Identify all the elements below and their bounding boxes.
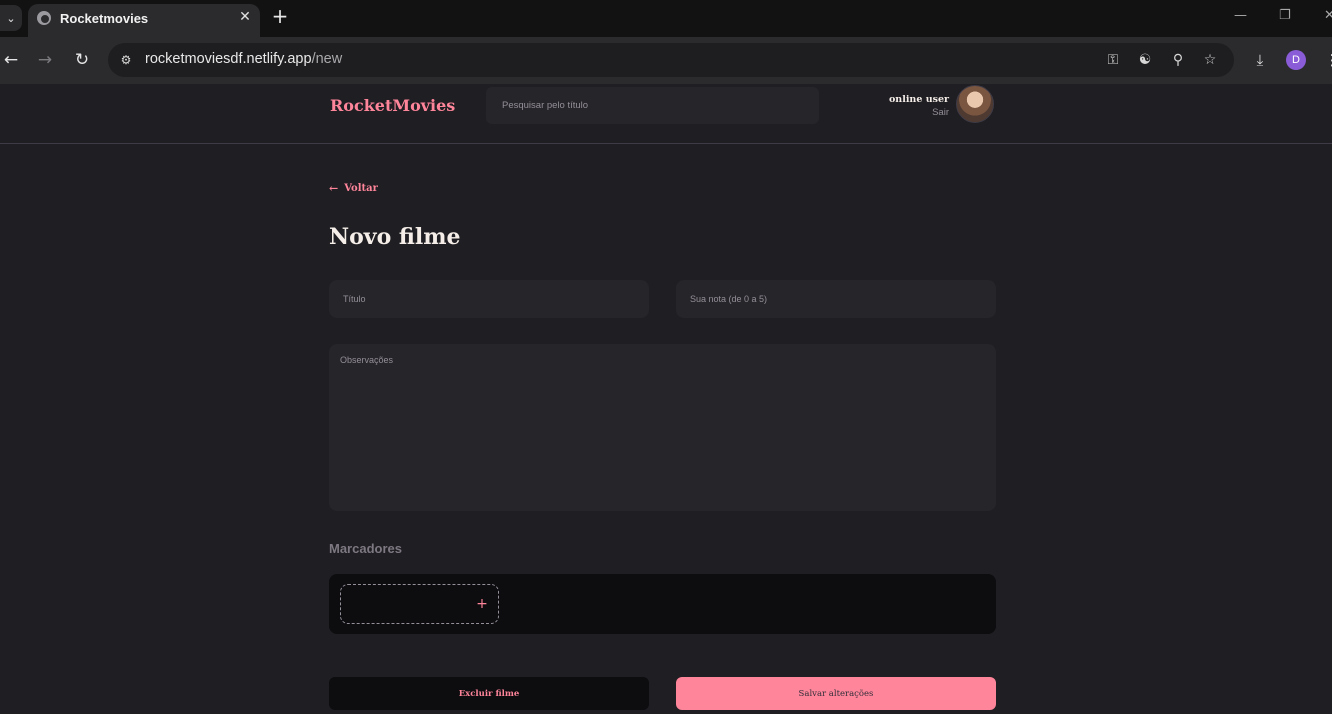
brand-logo[interactable]: RocketMovies xyxy=(330,96,455,115)
save-changes-button[interactable]: Salvar alterações xyxy=(676,677,996,710)
address-bar[interactable]: ⚙ rocketmoviesdf.netlify.app/new ⚿ ☯ ⚲ ☆ xyxy=(108,43,1234,77)
title-input[interactable] xyxy=(329,280,649,318)
browser-tab-bar: ⌄ Rocketmovies ✕ + — ❐ ✕ xyxy=(0,0,1332,37)
new-tag-input[interactable] xyxy=(351,593,461,615)
signout-link[interactable]: Sair xyxy=(889,107,949,118)
back-arrow-icon[interactable]: ← xyxy=(0,49,22,71)
tab-list-icon[interactable]: ⌄ xyxy=(0,5,22,31)
notes-textarea[interactable] xyxy=(329,344,996,511)
rating-input[interactable] xyxy=(676,280,996,318)
tags-section-title: Marcadores xyxy=(329,541,402,556)
tab-title: Rocketmovies xyxy=(60,11,149,26)
close-icon[interactable]: ✕ xyxy=(236,8,254,26)
browser-tab[interactable]: Rocketmovies ✕ xyxy=(28,4,260,37)
plus-icon[interactable]: + xyxy=(270,6,290,28)
globe-icon xyxy=(37,11,51,25)
back-label: Voltar xyxy=(344,183,378,194)
site-info-icon[interactable]: ⚙ xyxy=(118,52,134,68)
close-window-icon[interactable]: ✕ xyxy=(1324,8,1332,23)
new-tag-item: + xyxy=(340,584,499,624)
browser-toolbar: ← → ↻ ⚙ rocketmoviesdf.netlify.app/new ⚿… xyxy=(0,37,1332,84)
minimize-icon[interactable]: — xyxy=(1234,8,1247,23)
tags-container: + xyxy=(329,574,996,634)
user-name: online user xyxy=(888,94,949,105)
url-text[interactable]: rocketmoviesdf.netlify.app/new xyxy=(145,51,342,67)
profile-avatar[interactable]: D xyxy=(1286,50,1306,70)
menu-dots-icon[interactable]: ⋮ xyxy=(1322,50,1332,70)
plus-icon[interactable]: + xyxy=(474,594,490,614)
key-icon[interactable]: ⚿ xyxy=(1104,51,1122,69)
app-header: RocketMovies online user Sair xyxy=(0,84,1332,144)
star-icon[interactable]: ☆ xyxy=(1201,51,1219,69)
page-title: Novo filme xyxy=(329,224,461,250)
back-link[interactable]: ← Voltar xyxy=(329,182,378,195)
user-info: online user Sair xyxy=(889,94,949,118)
reload-icon[interactable]: ↻ xyxy=(71,49,93,71)
forward-arrow-icon[interactable]: → xyxy=(34,49,56,71)
search-input[interactable] xyxy=(486,87,819,124)
download-icon[interactable]: ⤓ xyxy=(1250,50,1270,70)
delete-movie-button[interactable]: Excluir filme xyxy=(329,677,649,710)
avatar[interactable] xyxy=(956,85,994,123)
zoom-icon[interactable]: ⚲ xyxy=(1169,51,1187,69)
arrow-left-icon: ← xyxy=(329,182,339,195)
restore-icon[interactable]: ❐ xyxy=(1279,8,1291,23)
translate-icon[interactable]: ☯ xyxy=(1136,51,1154,69)
